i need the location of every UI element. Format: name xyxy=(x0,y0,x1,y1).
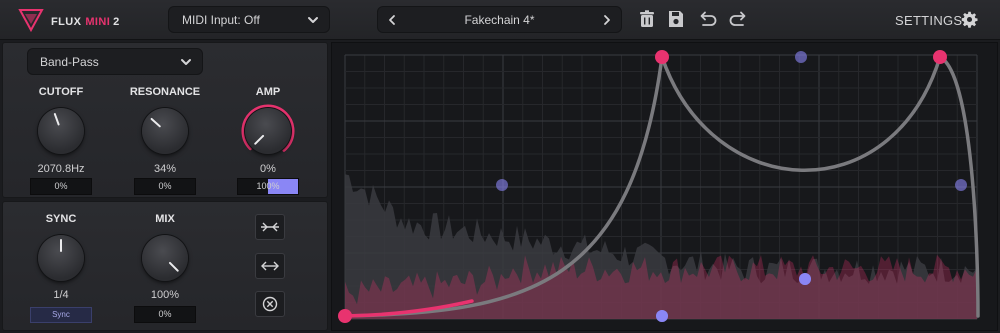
save-icon[interactable] xyxy=(666,9,686,29)
logo-name: FLUX xyxy=(51,16,82,28)
mix-mod-amount[interactable]: 0% xyxy=(134,306,196,323)
logo: FLUX MINI 2 xyxy=(18,7,158,33)
filter-type-label: Band-Pass xyxy=(40,55,99,69)
curve-point-handle[interactable] xyxy=(933,50,947,64)
mix-mod-label: 0% xyxy=(158,309,172,319)
knob-pointer xyxy=(53,112,60,126)
resonance-value: 34% xyxy=(153,163,177,175)
preset-selector: Fakechain 4* xyxy=(377,6,622,33)
curve-canvas[interactable] xyxy=(332,43,998,331)
knob-pointer xyxy=(60,239,62,252)
curve-tension-handle[interactable] xyxy=(795,51,807,63)
preset-name[interactable]: Fakechain 4* xyxy=(378,13,621,27)
midi-input-dropdown[interactable]: MIDI Input: Off xyxy=(168,6,330,33)
cutoff-mod-label: 0% xyxy=(54,181,68,191)
curve-point-handle[interactable] xyxy=(338,309,352,323)
lfo-panel: SYNC 1/4 Sync MIX 100% 0% xyxy=(2,201,328,331)
flux-logo-icon xyxy=(18,9,44,33)
cutoff-value: 2070.8Hz xyxy=(37,163,85,175)
knob-pointer xyxy=(150,117,162,128)
filter-type-dropdown[interactable]: Band-Pass xyxy=(27,48,203,75)
mix-value: 100% xyxy=(150,289,180,301)
compress-arrows-icon xyxy=(261,222,279,232)
top-bar: FLUXMINI2 MIDI Input: Off Fakechain 4* xyxy=(0,0,1000,40)
cutoff-knob[interactable] xyxy=(38,108,84,154)
curve-point-handle[interactable] xyxy=(655,50,669,64)
flip-curve-button[interactable] xyxy=(255,253,285,279)
midi-input-label: MIDI Input: Off xyxy=(182,13,260,27)
amp-value: 0% xyxy=(260,163,276,175)
gear-icon[interactable] xyxy=(961,11,978,28)
resonance-mod-amount[interactable]: 0% xyxy=(134,178,196,195)
logo-version: 2 xyxy=(113,16,120,28)
amp-knob[interactable] xyxy=(245,108,291,154)
mix-knob[interactable] xyxy=(142,235,188,281)
next-preset-button[interactable] xyxy=(600,13,614,27)
undo-icon[interactable] xyxy=(698,9,718,29)
knob-pointer xyxy=(253,134,265,146)
resonance-mod-label: 0% xyxy=(158,181,172,191)
resonance-knob[interactable] xyxy=(142,108,188,154)
resonance-title: RESONANCE xyxy=(129,86,201,98)
sync-knob[interactable] xyxy=(38,235,84,281)
curve-tension-handle[interactable] xyxy=(955,179,967,191)
amp-mod-amount[interactable]: 100% xyxy=(237,178,299,195)
cutoff-mod-amount[interactable]: 0% xyxy=(30,178,92,195)
trash-icon[interactable] xyxy=(637,9,657,29)
filter-panel: Band-Pass CUTOFF 2070.8Hz 0% RESONANCE 3… xyxy=(2,42,328,198)
mix-title: MIX xyxy=(155,213,175,225)
curve-tension-handle-active[interactable] xyxy=(656,310,668,322)
curve-tension-handle[interactable] xyxy=(496,179,508,191)
knob-pointer xyxy=(168,261,180,273)
sync-mode-button[interactable]: Sync xyxy=(30,307,92,323)
amp-mod-label: 100% xyxy=(256,181,280,191)
clear-curve-button[interactable] xyxy=(255,291,285,317)
expand-arrows-icon xyxy=(261,261,279,271)
lfo-curve-editor[interactable] xyxy=(331,42,998,331)
settings-button[interactable]: SETTINGS xyxy=(895,13,962,28)
chevron-down-icon xyxy=(181,59,191,65)
amp-title: AMP xyxy=(255,86,281,98)
invert-curve-button[interactable] xyxy=(255,214,285,240)
sync-value: 1/4 xyxy=(53,289,69,301)
logo-accent: MINI xyxy=(85,16,111,28)
curve-tension-handle-active[interactable] xyxy=(799,273,811,285)
redo-icon[interactable] xyxy=(728,9,748,29)
chevron-down-icon xyxy=(308,17,318,23)
close-circle-icon xyxy=(262,296,278,312)
cutoff-title: CUTOFF xyxy=(38,86,84,98)
logo-text: FLUX MINI 2 xyxy=(51,16,120,28)
sync-title: SYNC xyxy=(45,213,77,225)
